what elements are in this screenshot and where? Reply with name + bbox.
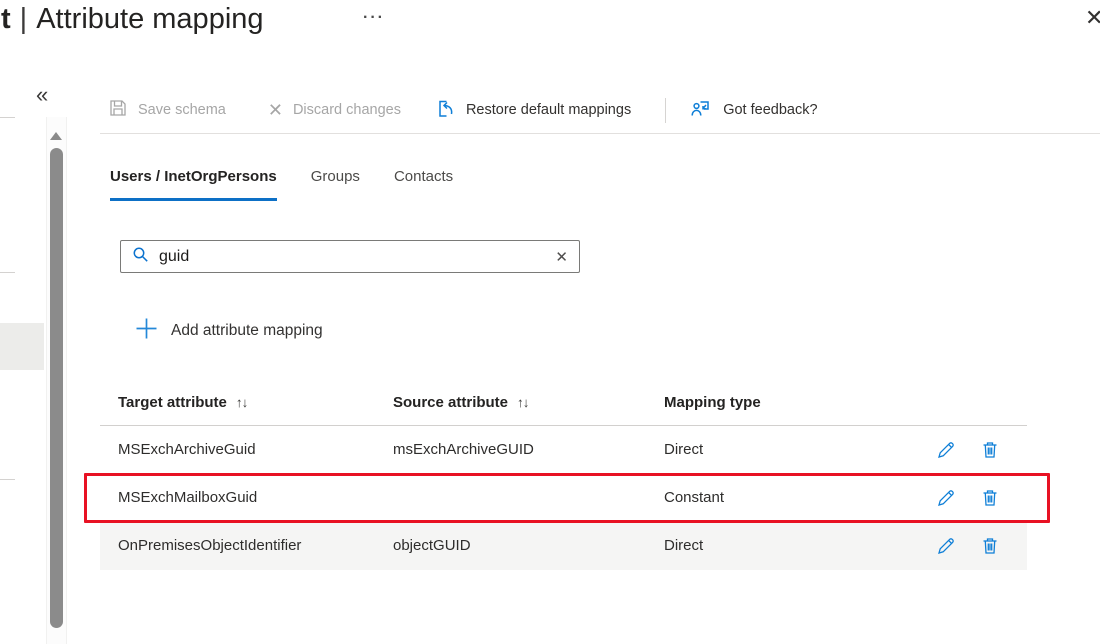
mapping-type-cell: Constant [664,474,724,522]
sort-icon[interactable]: ↑↓ [517,395,529,410]
restore-default-mappings-button[interactable]: Restore default mappings [427,98,639,123]
search-input[interactable] [159,248,545,266]
column-header-source-attribute[interactable]: Source attribute↑↓ [393,394,529,411]
save-schema-button[interactable]: Save schema [100,98,234,122]
discard-changes-label: Discard changes [293,102,401,118]
clear-search-icon[interactable]: ✕ [555,248,568,266]
sidebar-divider [0,272,15,273]
table-row-msexcharchiveguid[interactable]: MSExchArchiveGuid msExchArchiveGUID Dire… [100,426,1027,474]
restore-default-mappings-label: Restore default mappings [466,102,631,118]
delete-trash-icon[interactable] [979,535,1001,557]
edit-pencil-icon[interactable] [935,439,957,461]
add-attribute-mapping-label: Add attribute mapping [171,322,323,340]
got-feedback-label: Got feedback? [723,102,817,118]
restore-icon [435,98,456,123]
tab-users-inetorgpersons[interactable]: Users / InetOrgPersons [110,168,277,201]
table-row-onpremisesobjectidentifier[interactable]: OnPremisesObjectIdentifier objectGUID Di… [100,522,1027,570]
toolbar-border [100,133,1100,134]
object-type-tabs: Users / InetOrgPersons Groups Contacts [110,168,453,201]
source-attribute-cell: msExchArchiveGUID [393,426,534,474]
mapping-type-cell: Direct [664,426,703,474]
edit-pencil-icon[interactable] [935,535,957,557]
scroll-up-icon[interactable] [50,132,62,140]
title-separator: | [11,3,37,35]
more-options-icon[interactable]: ··· [363,9,385,27]
table-header-row: Target attribute↑↓ Source attribute↑↓ Ma… [100,385,1027,426]
target-attribute-cell: OnPremisesObjectIdentifier [118,522,301,570]
table-row-msexchmailboxguid[interactable]: MSExchMailboxGuid Constant [100,474,1027,522]
got-feedback-button[interactable]: Got feedback? [682,98,825,123]
delete-trash-icon[interactable] [979,487,1001,509]
discard-changes-button[interactable]: ✕ Discard changes [260,100,409,121]
tab-contacts[interactable]: Contacts [394,168,453,201]
scrollbar-thumb[interactable] [50,148,63,628]
page-title-text: Attribute mapping [36,3,263,35]
plus-icon [135,317,158,345]
sidebar-collapse-icon[interactable]: « [36,84,48,106]
toolbar-divider [665,98,666,123]
edit-pencil-icon[interactable] [935,487,957,509]
page-title-prefix: t [1,3,11,35]
mapping-type-cell: Direct [664,522,703,570]
attribute-mapping-blade: t|Attribute mapping ··· ✕ « Save schema … [0,0,1100,644]
attribute-search-box: ✕ [120,240,580,273]
save-icon [108,98,128,122]
tab-groups[interactable]: Groups [311,168,360,201]
target-attribute-cell: MSExchMailboxGuid [118,474,257,522]
page-title: t|Attribute mapping [1,3,264,36]
search-icon [132,246,149,268]
column-header-mapping-type: Mapping type [664,394,761,411]
sort-icon[interactable]: ↑↓ [236,395,248,410]
discard-icon: ✕ [268,100,283,121]
add-attribute-mapping-button[interactable]: Add attribute mapping [135,317,323,345]
source-attribute-cell: objectGUID [393,522,471,570]
command-bar: Save schema ✕ Discard changes Restore de… [100,92,826,128]
mapping-table: Target attribute↑↓ Source attribute↑↓ Ma… [100,385,1027,570]
sidebar-divider [0,479,15,480]
save-schema-label: Save schema [138,102,226,118]
column-header-target-attribute[interactable]: Target attribute↑↓ [118,394,247,411]
delete-trash-icon[interactable] [979,439,1001,461]
target-attribute-cell: MSExchArchiveGuid [118,426,256,474]
sidebar-selected-item[interactable] [0,323,44,370]
feedback-icon [690,98,713,123]
sidebar-divider [0,117,15,118]
close-icon[interactable]: ✕ [1085,5,1100,31]
